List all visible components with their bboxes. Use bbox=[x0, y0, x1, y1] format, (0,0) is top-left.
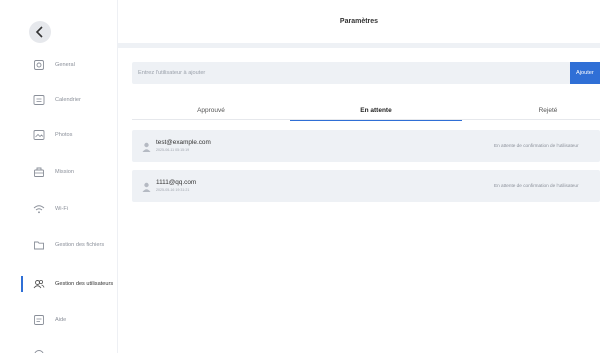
photos-icon bbox=[33, 129, 45, 141]
wifi-icon bbox=[33, 203, 45, 215]
mission-icon bbox=[33, 166, 45, 178]
users-icon bbox=[33, 278, 45, 290]
add-user-button[interactable]: Ajouter bbox=[570, 62, 600, 84]
sidebar-item-photos[interactable]: Photos bbox=[0, 120, 118, 150]
sidebar-item-calendar[interactable]: Calendrier bbox=[0, 85, 118, 115]
back-button[interactable] bbox=[29, 21, 51, 43]
sidebar-item-label: Gestion des utilisateurs bbox=[55, 281, 114, 287]
page-title: Paramètres bbox=[339, 18, 379, 25]
list-item[interactable]: 1111@qq.com 2025-05-16 19:31:21 En atten… bbox=[132, 170, 600, 202]
sidebar-item-label: Photos bbox=[55, 132, 73, 138]
user-date: 2025-06-11 05:15:19 bbox=[156, 148, 190, 152]
sidebar-item-mission[interactable]: Mission bbox=[0, 157, 118, 187]
add-user-bar: Ajouter bbox=[132, 62, 600, 84]
general-settings-icon bbox=[33, 59, 45, 71]
user-date: 2025-05-16 19:31:21 bbox=[156, 188, 190, 192]
sidebar: General Calendrier Photos Mission Wi-Fi … bbox=[0, 0, 118, 353]
help-icon bbox=[33, 314, 45, 326]
status-tabs: Approuvé En attente Rejeté bbox=[132, 100, 600, 121]
header-divider bbox=[118, 43, 600, 48]
folder-icon bbox=[33, 239, 45, 251]
header: Paramètres bbox=[118, 0, 600, 43]
tab-approved[interactable]: Approuvé bbox=[132, 100, 290, 120]
sidebar-item-user-management[interactable]: Gestion des utilisateurs bbox=[0, 269, 118, 299]
user-icon bbox=[142, 142, 151, 152]
sidebar-item-label: Aide bbox=[55, 317, 67, 323]
user-icon bbox=[142, 182, 151, 192]
sidebar-item-label: General bbox=[55, 62, 75, 68]
tab-rejected[interactable]: Rejeté bbox=[462, 100, 600, 120]
sidebar-item-label: Wi-Fi bbox=[55, 206, 69, 212]
status-badge: En attente de confirmation de l'utilisat… bbox=[494, 143, 579, 148]
list-item[interactable]: test@example.com 2025-06-11 05:15:19 En … bbox=[132, 130, 600, 162]
user-email: test@example.com bbox=[156, 139, 211, 146]
circle-icon bbox=[33, 349, 45, 353]
sidebar-item-help[interactable]: Aide bbox=[0, 305, 118, 335]
chevron-left-icon bbox=[35, 26, 43, 38]
sidebar-item-label: Gestion des fichiers bbox=[55, 242, 105, 248]
add-user-input[interactable] bbox=[138, 62, 558, 84]
sidebar-item-general[interactable]: General bbox=[0, 50, 118, 80]
tab-pending[interactable]: En attente bbox=[290, 100, 462, 121]
status-badge: En attente de confirmation de l'utilisat… bbox=[494, 183, 579, 188]
user-email: 1111@qq.com bbox=[156, 179, 197, 186]
sidebar-item-more[interactable] bbox=[0, 340, 118, 353]
sidebar-item-wifi[interactable]: Wi-Fi bbox=[0, 194, 118, 224]
calendar-icon bbox=[33, 94, 45, 106]
sidebar-item-label: Calendrier bbox=[55, 97, 81, 103]
sidebar-item-file-management[interactable]: Gestion des fichiers bbox=[0, 230, 118, 260]
sidebar-item-label: Mission bbox=[55, 169, 74, 175]
main-content: Paramètres Ajouter Approuvé En attente R… bbox=[118, 0, 600, 353]
